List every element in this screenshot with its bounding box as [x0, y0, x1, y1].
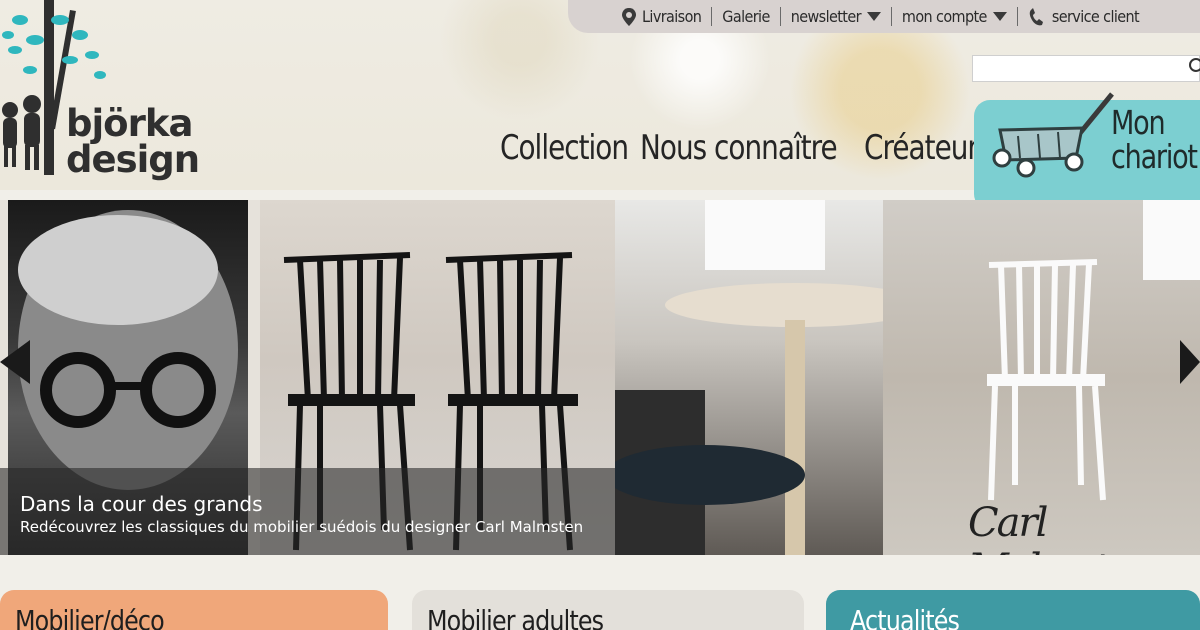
table-illustration [605, 200, 925, 555]
designer-signature: Carl Malmsten [968, 500, 1156, 555]
utility-bar: Livraison Galerie newsletter mon compte … [568, 0, 1200, 33]
nav-nous-connaitre[interactable]: Nous connaître [640, 128, 838, 168]
map-pin-icon [622, 7, 636, 26]
cart-label: Mon chariot [1111, 103, 1198, 176]
cart-label-line1: Mon [1111, 103, 1166, 142]
box-mobilier-deco[interactable]: Mobilier/déco [0, 590, 388, 630]
search-input[interactable] [972, 55, 1200, 82]
hero-slider[interactable]: Carl Malmsten Dans la cour des grands Re… [0, 200, 1200, 555]
cart-label-line2: chariot [1111, 137, 1198, 176]
main-nav: Collection Nous connaître Créateurs [500, 128, 992, 168]
util-service-client[interactable]: service client [1018, 7, 1149, 26]
white-chair-image: Carl Malmsten [883, 200, 1200, 555]
util-livraison[interactable]: Livraison [612, 7, 713, 26]
util-galerie-label: Galerie [722, 7, 770, 26]
slider-prev-icon[interactable] [0, 340, 30, 384]
util-newsletter[interactable]: newsletter [781, 7, 892, 26]
caret-down-icon [992, 12, 1007, 21]
caret-down-icon [866, 12, 881, 21]
util-service-client-label: service client [1051, 7, 1140, 26]
cart-button[interactable]: Mon chariot [974, 92, 1200, 210]
nav-createurs[interactable]: Créateurs [864, 128, 992, 168]
util-galerie[interactable]: Galerie [712, 7, 781, 26]
nav-collection[interactable]: Collection [500, 128, 629, 168]
box-mobilier-deco-label: Mobilier/déco [15, 604, 165, 630]
box-actualites-label: Actualités [850, 604, 960, 630]
box-mobilier-adultes[interactable]: Mobilier adultes [412, 590, 804, 630]
wagon-icon [992, 92, 1114, 178]
util-mon-compte[interactable]: mon compte [892, 7, 1018, 26]
box-actualites[interactable]: Actualités [826, 590, 1200, 630]
slide-subtitle: Redécouvrez les classiques du mobilier s… [20, 518, 584, 536]
box-mobilier-adultes-label: Mobilier adultes [427, 604, 604, 630]
util-mon-compte-label: mon compte [901, 7, 988, 26]
phone-icon [1029, 7, 1043, 25]
util-livraison-label: Livraison [642, 7, 702, 26]
logo-text-design: design [66, 138, 200, 181]
slider-next-icon[interactable] [1180, 340, 1200, 384]
util-newsletter-label: newsletter [790, 7, 862, 26]
search-icon[interactable] [1189, 58, 1200, 72]
slide-title: Dans la cour des grands [20, 492, 263, 516]
site-logo[interactable]: björka design [0, 0, 200, 190]
table-image [605, 200, 925, 555]
